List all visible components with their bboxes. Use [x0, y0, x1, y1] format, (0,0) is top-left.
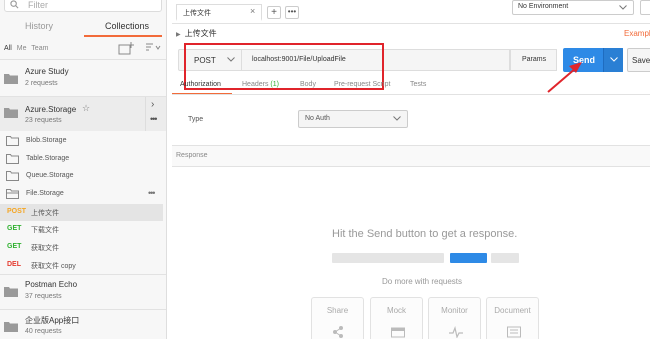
collection-name: Azure.Storage [25, 105, 77, 114]
sidebar: Filter History Collections All Me Team A… [0, 0, 167, 339]
divider [0, 274, 166, 275]
folder-open-icon [6, 189, 19, 199]
folder-outline-icon [6, 171, 19, 181]
collection-name: Postman Echo [25, 280, 78, 289]
folder-blob-storage[interactable]: Blob.Storage [0, 133, 166, 150]
folder-file-storage[interactable]: File.Storage ••• [0, 186, 166, 203]
card-label: Share [326, 306, 349, 315]
monitor-card[interactable]: Monitor [428, 297, 481, 339]
chevron-down-icon [393, 116, 401, 121]
response-label: Response [176, 152, 208, 159]
response-header: Response [172, 145, 650, 167]
folder-queue-storage[interactable]: Queue.Storage [0, 168, 166, 185]
filter-input[interactable]: Filter [4, 0, 162, 12]
new-collection-icon[interactable] [118, 42, 134, 55]
request-name: 上传文件 [31, 210, 59, 217]
card-label: Monitor [441, 306, 468, 315]
placeholder-bar [491, 253, 519, 263]
sidebar-tabs: History Collections [0, 19, 166, 37]
more-icon[interactable]: ••• [150, 114, 158, 124]
request-item[interactable]: GET 获取文件 [0, 239, 163, 256]
folder-name: Table.Storage [26, 155, 70, 162]
collection-count: 23 requests [25, 117, 62, 124]
collection-name: Azure Study [25, 67, 69, 76]
mock-card[interactable]: Mock [370, 297, 423, 339]
document-icon [507, 326, 521, 338]
share-icon [333, 326, 343, 338]
search-icon [10, 0, 19, 9]
folder-icon [4, 322, 18, 332]
do-more-text: Do more with requests [382, 277, 463, 286]
folder-icon [4, 287, 18, 297]
method-badge: GET [7, 243, 22, 250]
collection-postman-echo[interactable]: Postman Echo 37 requests [0, 276, 166, 308]
collection-enterprise-app-api[interactable]: 企业版App接口 40 requests [0, 311, 166, 339]
collection-count: 37 requests [25, 293, 62, 300]
subtab-team[interactable]: Team [31, 45, 48, 52]
card-label: Document [494, 306, 531, 315]
placeholder-bar [332, 253, 444, 263]
tab-body[interactable]: Body [300, 81, 316, 88]
collection-filter-tabs: All Me Team [4, 45, 51, 52]
card-label: Mock [386, 306, 407, 315]
tab-pre-request-script[interactable]: Pre-request Script [334, 81, 390, 88]
divider [0, 309, 166, 310]
auth-type-label: Type [188, 116, 204, 123]
request-subtabs: Authorization Headers (1) Body Pre-reque… [172, 78, 650, 95]
request-item[interactable]: POST 上传文件 [0, 204, 163, 221]
mock-server-icon [391, 327, 405, 338]
tab-headers[interactable]: Headers (1) [242, 81, 279, 88]
subtab-all[interactable]: All [4, 45, 12, 52]
auth-type-select[interactable]: No Auth [298, 110, 408, 128]
divider [172, 94, 650, 95]
star-icon[interactable]: ☆ [82, 103, 90, 114]
share-card[interactable]: Share [311, 297, 364, 339]
collection-actions: › ••• [145, 97, 163, 131]
postman-window: Filter History Collections All Me Team A… [0, 0, 650, 339]
method-badge: POST [7, 208, 27, 215]
empty-response-message: Hit the Send button to get a response. [332, 228, 518, 240]
folder-outline-icon [6, 154, 19, 164]
folder-name: Blob.Storage [26, 137, 67, 144]
filter-placeholder: Filter [28, 0, 48, 10]
headers-count: (1) [270, 81, 279, 88]
request-name: 下载文件 [31, 227, 59, 234]
request-builder: 上传文件 × + ••• No Environment ▶上传文件 Exampl… [172, 0, 650, 339]
auth-type-value: No Auth [305, 115, 330, 122]
folder-name: File.Storage [26, 190, 64, 197]
collection-azure-storage[interactable]: Azure.Storage ☆ 23 requests › ••• [0, 97, 166, 131]
method-badge: GET [7, 225, 22, 232]
collection-name: 企业版App接口 [25, 316, 80, 325]
active-tab-underline [84, 35, 162, 37]
more-icon[interactable]: ••• [148, 188, 156, 198]
sort-icon[interactable] [145, 43, 161, 53]
request-item[interactable]: GET 下载文件 [0, 221, 163, 238]
request-name: 获取文件 [31, 245, 59, 252]
folder-name: Queue.Storage [26, 172, 74, 179]
document-card[interactable]: Document [486, 297, 539, 339]
collection-count: 2 requests [25, 80, 58, 87]
request-name: 获取文件 copy [31, 263, 76, 270]
tab-tests[interactable]: Tests [410, 81, 426, 88]
folder-icon [4, 74, 18, 84]
placeholder-bar [450, 253, 487, 263]
tab-authorization[interactable]: Authorization [180, 81, 221, 88]
tab-collections[interactable]: Collections [105, 21, 149, 31]
chevron-right-icon[interactable]: › [151, 99, 154, 110]
monitor-pulse-icon [449, 326, 463, 338]
collection-count: 40 requests [25, 328, 62, 335]
folder-table-storage[interactable]: Table.Storage [0, 151, 166, 168]
divider [0, 59, 166, 60]
subtab-me[interactable]: Me [17, 45, 27, 52]
collection-azure-study[interactable]: Azure Study 2 requests [0, 63, 166, 95]
request-item[interactable]: DEL 获取文件 copy [0, 257, 163, 274]
folder-outline-icon [6, 136, 19, 146]
tab-history[interactable]: History [25, 21, 53, 31]
method-badge: DEL [7, 261, 21, 268]
folder-icon [4, 108, 18, 118]
tab-headers-label: Headers [242, 81, 269, 88]
